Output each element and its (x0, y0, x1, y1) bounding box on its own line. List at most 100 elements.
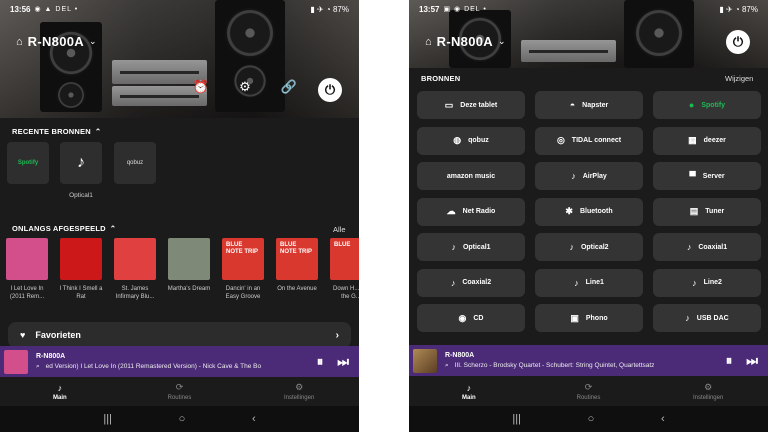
album-artwork[interactable] (168, 238, 210, 280)
next-button[interactable]: ⏭ (337, 354, 349, 370)
tab-settings[interactable]: ⚙ Instellingen (259, 382, 339, 401)
pause-button[interactable]: ⏸ (317, 354, 324, 370)
source-button-tidal-connect[interactable]: ◎ TIDAL connect (535, 126, 643, 155)
source-button-phono[interactable]: ▣ Phono (535, 304, 643, 332)
source-button-usb-dac[interactable]: ♪ USB DAC (653, 304, 761, 332)
next-button[interactable]: ⏭ (746, 353, 758, 369)
source-button-spotify[interactable]: ● Spotify (653, 91, 761, 119)
status-bar: 13:57 ▣ ◉ DEL • ▮ ✈ ◔ 87% (409, 0, 768, 18)
heart-icon: ♥ (20, 330, 26, 340)
source-label: USB DAC (696, 314, 729, 322)
source-button-amazon-music[interactable]: amazon music (417, 162, 525, 190)
power-button[interactable]: ⏻ (318, 78, 342, 102)
source-icon: ◉ (458, 312, 467, 323)
chevron-down-icon: ⌄ (88, 36, 97, 46)
now-playing-bar[interactable]: R-N800A ⌕ III. Scherzo - Brodsky Quartet … (409, 345, 768, 376)
source-icon: ✱ (565, 206, 573, 216)
source-label: qobuz (468, 137, 489, 144)
source-button-qobuz[interactable]: ◍ qobuz (417, 126, 525, 155)
recent-source-qobuz[interactable]: qobuz (114, 142, 156, 184)
album-artwork[interactable]: BLUE NOTE TRIP (222, 238, 264, 280)
music-icon: ♪ (466, 382, 472, 393)
phone-screen-sources: 13:57 ▣ ◉ DEL • ▮ ✈ ◔ 87% ⌂ R-N800A ⌄ ⏻ … (409, 0, 768, 432)
album-art-text (60, 238, 102, 246)
source-button-deze-tablet[interactable]: ▭ Deze tablet (417, 91, 525, 119)
source-button-optical2[interactable]: ♪ Optical2 (535, 233, 643, 261)
recents-nav-icon[interactable]: ||| (103, 413, 112, 425)
source-button-airplay[interactable]: ♪ AirPlay (535, 162, 643, 190)
source-button-napster[interactable]: ◓ Napster (535, 91, 643, 119)
source-button-line1[interactable]: ♪ Line1 (535, 268, 643, 297)
chevron-right-icon: › (335, 329, 339, 341)
bottom-tab-bar: ♪ Main ⟳ Routines ⚙ Instellingen (409, 377, 768, 406)
source-button-coaxial2[interactable]: ♪ Coaxial2 (417, 268, 525, 297)
album-caption: St. James Infirmary Blu... (115, 286, 155, 300)
home-nav-icon[interactable]: ○ (588, 413, 595, 425)
pause-button[interactable]: ⏸ (726, 353, 733, 369)
chevron-down-icon: ⌄ (497, 36, 506, 46)
album-artwork[interactable] (114, 238, 156, 280)
recent-source-spotify[interactable]: Spotify (7, 142, 49, 184)
source-button-coaxial1[interactable]: ♪ Coaxial1 (653, 233, 761, 261)
equalizer-icon[interactable]: ⚙ (234, 79, 256, 95)
recently-played-header[interactable]: ONLANGS AFGESPEELD ⌃ (12, 224, 116, 233)
album-caption: Down H... On the G... (332, 286, 359, 300)
now-playing-bar[interactable]: R-N800A ⌕ ed Version) I Let Love In (2011… (0, 346, 359, 377)
alarm-icon[interactable]: ⏰ (190, 79, 212, 95)
album-artwork[interactable] (6, 238, 48, 280)
music-icon: ♪ (57, 382, 63, 393)
source-label: Napster (582, 101, 609, 109)
album-caption: On the Avenue (277, 286, 317, 292)
device-selector[interactable]: ⌂ R-N800A ⌄ (16, 34, 97, 49)
back-nav-icon[interactable]: ‹ (252, 413, 256, 425)
device-selector[interactable]: ⌂ R-N800A ⌄ (425, 34, 506, 49)
album-art-text: BLUE NOTE TRIP (226, 242, 259, 255)
tab-main[interactable]: ♪ Main (429, 383, 509, 401)
source-label: AirPlay (582, 172, 607, 180)
system-nav-bar: ||| ○ ‹ (409, 406, 768, 432)
source-label: TIDAL connect (571, 137, 622, 144)
source-button-deezer[interactable]: ▦ deezer (653, 126, 761, 155)
album-art-text: BLUE (334, 242, 351, 248)
source-button-net-radio[interactable]: ☁ Net Radio (417, 197, 525, 226)
album-artwork[interactable] (60, 238, 102, 280)
source-icon: ▀ (689, 171, 696, 181)
back-nav-icon[interactable]: ‹ (661, 413, 665, 425)
favorites-bar[interactable]: ♥ Favorieten › (8, 322, 351, 348)
see-all-link[interactable]: Alle (333, 225, 346, 234)
tab-main[interactable]: ♪ Main (20, 383, 100, 401)
now-playing-artwork (4, 349, 28, 374)
system-nav-bar: ||| ○ ‹ (0, 406, 359, 432)
album-art-text (114, 238, 156, 246)
home-nav-icon[interactable]: ○ (179, 413, 186, 425)
album-art-text (6, 238, 48, 246)
recent-sources-header[interactable]: RECENTE BRONNEN ⌃ (12, 127, 101, 136)
status-time: 13:56 (10, 4, 31, 14)
now-playing-track: ed Version) I Let Love In (2011 Remaster… (45, 363, 262, 370)
source-button-server[interactable]: ▀ Server (653, 162, 761, 190)
source-icon: ◓ (569, 100, 576, 110)
tab-routines[interactable]: ⟳ Routines (139, 382, 219, 401)
recents-nav-icon[interactable]: ||| (512, 413, 521, 425)
device-name: R-N800A (436, 34, 493, 49)
album-artwork[interactable]: BLUE (330, 238, 359, 280)
source-button-line2[interactable]: ♪ Line2 (653, 268, 761, 297)
now-playing-device: R-N800A (445, 351, 475, 359)
tab-routines[interactable]: ⟳ Routines (548, 382, 628, 401)
source-icon: ▣ (570, 312, 579, 323)
source-label: Bluetooth (579, 208, 613, 215)
tab-settings[interactable]: ⚙ Instellingen (668, 382, 748, 401)
recent-source-optical1[interactable]: ♪ (60, 142, 102, 184)
power-button[interactable]: ⏻ (726, 30, 750, 54)
source-icon: ◎ (556, 135, 565, 145)
album-artwork[interactable]: BLUE NOTE TRIP (276, 238, 318, 280)
source-button-optical1[interactable]: ♪ Optical1 (417, 233, 525, 261)
edit-sources-link[interactable]: Wijzigen (725, 74, 753, 83)
link-icon[interactable]: 🔗 (278, 79, 300, 95)
gear-icon: ⚙ (704, 382, 713, 392)
source-button-tuner[interactable]: ▤ Tuner (653, 197, 761, 226)
source-icon: ♪ (451, 242, 456, 252)
source-button-bluetooth[interactable]: ✱ Bluetooth (535, 197, 643, 226)
favorites-label: Favorieten (35, 330, 81, 340)
source-button-cd[interactable]: ◉ CD (417, 304, 525, 332)
